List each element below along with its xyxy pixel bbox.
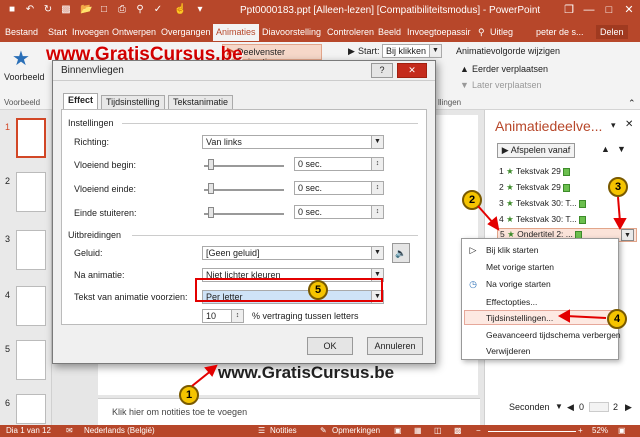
arrow-head bbox=[557, 309, 570, 323]
notes-button[interactable]: Notities bbox=[270, 426, 297, 435]
fit-slide-icon[interactable]: ▣ bbox=[618, 426, 626, 435]
comments-button[interactable]: Opmerkingen bbox=[332, 426, 380, 435]
arrow-line bbox=[565, 315, 607, 319]
language[interactable]: Nederlands (België) bbox=[84, 426, 155, 435]
zoom-slider[interactable] bbox=[488, 431, 576, 432]
zoom-out-icon[interactable]: − bbox=[476, 426, 481, 435]
status-bar: Dia 1 van 12 ✉ Nederlands (België) ☰ Not… bbox=[0, 425, 640, 437]
annotation-arrows bbox=[191, 196, 627, 387]
slide-counter: Dia 1 van 12 bbox=[6, 426, 51, 435]
notes-icon: ☰ bbox=[258, 426, 266, 435]
arrow-head bbox=[613, 218, 627, 231]
proofing-icon[interactable]: ✉ bbox=[66, 426, 73, 435]
comments-icon: ✎ bbox=[320, 426, 327, 435]
zoom-level[interactable]: 52% bbox=[592, 426, 608, 435]
reading-view-icon[interactable]: ◫ bbox=[434, 426, 442, 435]
normal-view-icon[interactable]: ▣ bbox=[394, 426, 402, 435]
sorter-view-icon[interactable]: ▦ bbox=[414, 426, 422, 435]
slideshow-view-icon[interactable]: ▩ bbox=[454, 426, 462, 435]
zoom-in-icon[interactable]: + bbox=[578, 426, 583, 435]
